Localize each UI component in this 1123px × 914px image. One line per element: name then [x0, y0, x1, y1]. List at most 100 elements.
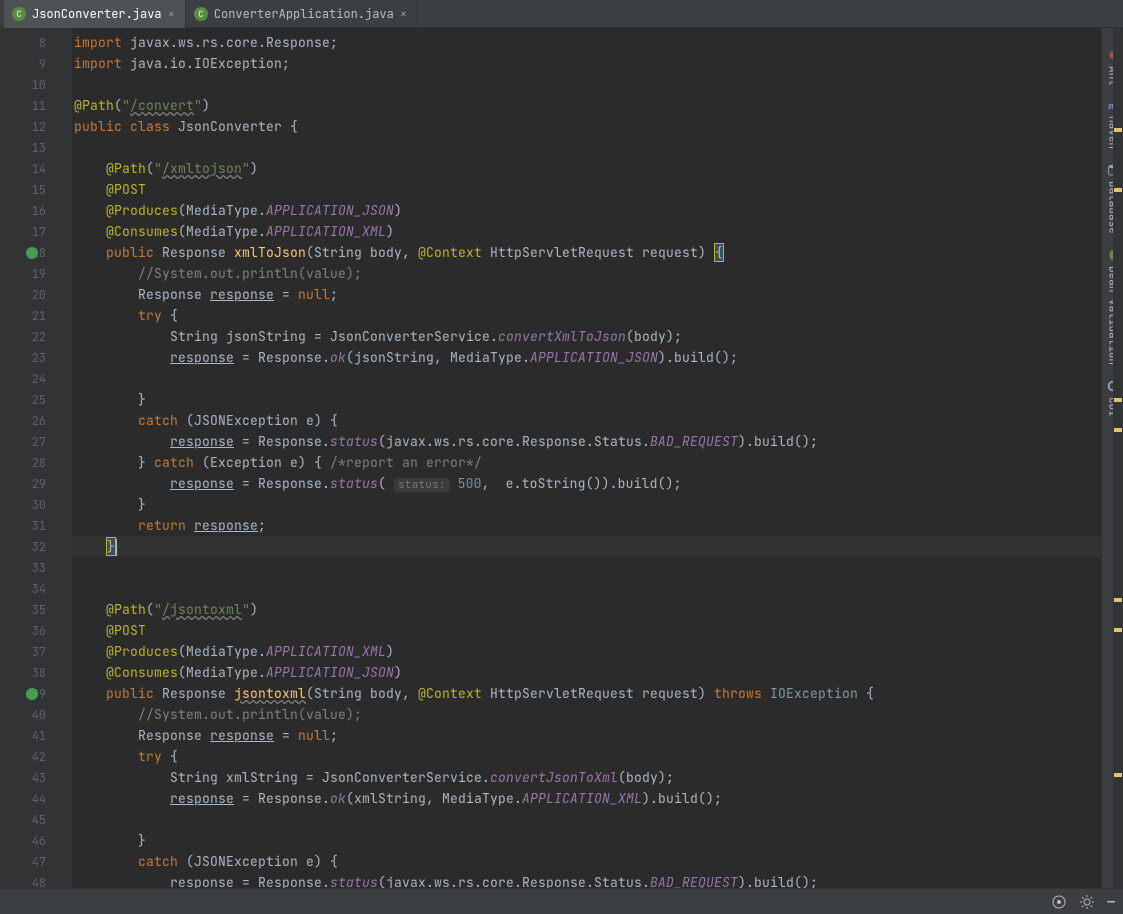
- stripe-mark[interactable]: [1114, 128, 1122, 132]
- code-line[interactable]: public Response jsontoxml(String body, @…: [72, 683, 1101, 704]
- line-number[interactable]: 13: [0, 137, 72, 158]
- line-number[interactable]: 36: [0, 620, 72, 641]
- stripe-mark[interactable]: [1114, 188, 1122, 192]
- code-line[interactable]: }: [72, 536, 1101, 557]
- tab-converterapplication[interactable]: C ConverterApplication.java ×: [186, 0, 418, 28]
- stripe-mark[interactable]: [1114, 598, 1122, 602]
- line-number[interactable]: 15: [0, 179, 72, 200]
- code-line[interactable]: public Response xmlToJson(String body, @…: [72, 242, 1101, 263]
- code-line[interactable]: [72, 368, 1101, 389]
- line-number[interactable]: 26: [0, 410, 72, 431]
- line-number[interactable]: 20: [0, 284, 72, 305]
- code-line[interactable]: response = Response.ok(xmlString, MediaT…: [72, 788, 1101, 809]
- stripe-mark[interactable]: [1114, 628, 1122, 632]
- code-line[interactable]: String jsonString = JsonConverterService…: [72, 326, 1101, 347]
- code-line[interactable]: try {: [72, 305, 1101, 326]
- code-line[interactable]: }: [72, 389, 1101, 410]
- code-line[interactable]: @Produces(MediaType.APPLICATION_JSON): [72, 200, 1101, 221]
- code-line[interactable]: import java.io.IOException;: [72, 53, 1101, 74]
- code-line[interactable]: import javax.ws.rs.core.Response;: [72, 32, 1101, 53]
- line-number[interactable]: 31: [0, 515, 72, 536]
- code-line[interactable]: catch (JSONException e) {: [72, 851, 1101, 872]
- code-line[interactable]: @Consumes(MediaType.APPLICATION_JSON): [72, 662, 1101, 683]
- line-number[interactable]: 38: [0, 662, 72, 683]
- code-line[interactable]: @Consumes(MediaType.APPLICATION_XML): [72, 221, 1101, 242]
- code-line[interactable]: response = Response.status( status: 500,…: [72, 473, 1101, 494]
- gutter-run-icon[interactable]: [26, 688, 38, 700]
- gutter-run-icon[interactable]: [26, 247, 38, 259]
- code-line[interactable]: @POST: [72, 179, 1101, 200]
- stripe-mark[interactable]: [1114, 428, 1122, 432]
- code-line[interactable]: try {: [72, 746, 1101, 767]
- code-line[interactable]: } catch (Exception e) { /*report an erro…: [72, 452, 1101, 473]
- code-line[interactable]: @Path("/convert"): [72, 95, 1101, 116]
- line-number[interactable]: 47: [0, 851, 72, 872]
- code-line[interactable]: @Path("/xmltojson"): [72, 158, 1101, 179]
- close-icon[interactable]: ×: [168, 6, 175, 22]
- line-number[interactable]: 25: [0, 389, 72, 410]
- code-line[interactable]: @Produces(MediaType.APPLICATION_XML): [72, 641, 1101, 662]
- line-number[interactable]: 33: [0, 557, 72, 578]
- line-number[interactable]: 32: [0, 536, 72, 557]
- code-line[interactable]: [72, 809, 1101, 830]
- line-number[interactable]: 30: [0, 494, 72, 515]
- line-number[interactable]: 23: [0, 347, 72, 368]
- code-line[interactable]: @POST: [72, 620, 1101, 641]
- line-number[interactable]: 21: [0, 305, 72, 326]
- line-number[interactable]: 27: [0, 431, 72, 452]
- code-line[interactable]: @Path("/jsontoxml"): [72, 599, 1101, 620]
- line-number[interactable]: 40: [0, 704, 72, 725]
- line-number[interactable]: 44: [0, 788, 72, 809]
- line-number[interactable]: 39: [0, 683, 72, 704]
- code-line[interactable]: String xmlString = JsonConverterService.…: [72, 767, 1101, 788]
- line-number[interactable]: 29: [0, 473, 72, 494]
- code-line[interactable]: [72, 74, 1101, 95]
- line-number[interactable]: 9: [0, 53, 72, 74]
- minimize-icon[interactable]: —: [1107, 893, 1115, 910]
- line-number[interactable]: 46: [0, 830, 72, 851]
- code-editor[interactable]: import javax.ws.rs.core.Response;import …: [72, 28, 1101, 888]
- line-number[interactable]: 37: [0, 641, 72, 662]
- line-number[interactable]: 19: [0, 263, 72, 284]
- code-line[interactable]: Response response = null;: [72, 725, 1101, 746]
- gear-icon[interactable]: [1079, 894, 1095, 910]
- code-line[interactable]: catch (JSONException e) {: [72, 410, 1101, 431]
- line-number[interactable]: 10: [0, 74, 72, 95]
- line-number[interactable]: 11: [0, 95, 72, 116]
- line-number[interactable]: 18: [0, 242, 72, 263]
- code-line[interactable]: response = Response.status(javax.ws.rs.c…: [72, 431, 1101, 452]
- code-line[interactable]: return response;: [72, 515, 1101, 536]
- code-line[interactable]: Response response = null;: [72, 284, 1101, 305]
- line-number[interactable]: 16: [0, 200, 72, 221]
- code-line[interactable]: //System.out.println(value);: [72, 263, 1101, 284]
- code-line[interactable]: response = Response.ok(jsonString, Media…: [72, 347, 1101, 368]
- code-line[interactable]: [72, 137, 1101, 158]
- line-number[interactable]: 43: [0, 767, 72, 788]
- code-line[interactable]: }: [72, 830, 1101, 851]
- line-number[interactable]: 45: [0, 809, 72, 830]
- code-line[interactable]: [72, 578, 1101, 599]
- line-number[interactable]: 8: [0, 32, 72, 53]
- tab-label: JsonConverter.java: [32, 6, 162, 22]
- line-number[interactable]: 42: [0, 746, 72, 767]
- line-number[interactable]: 14: [0, 158, 72, 179]
- stripe-mark[interactable]: [1114, 398, 1122, 402]
- line-number[interactable]: 12: [0, 116, 72, 137]
- line-number[interactable]: 24: [0, 368, 72, 389]
- status-bar: —: [0, 888, 1123, 914]
- code-line[interactable]: //System.out.println(value);: [72, 704, 1101, 725]
- code-line[interactable]: }: [72, 494, 1101, 515]
- close-icon[interactable]: ×: [400, 6, 407, 22]
- line-number[interactable]: 28: [0, 452, 72, 473]
- code-line[interactable]: public class JsonConverter {: [72, 116, 1101, 137]
- line-number[interactable]: 41: [0, 725, 72, 746]
- line-number[interactable]: 34: [0, 578, 72, 599]
- line-number[interactable]: 22: [0, 326, 72, 347]
- line-number[interactable]: 17: [0, 221, 72, 242]
- target-icon[interactable]: [1051, 894, 1067, 910]
- code-line[interactable]: [72, 557, 1101, 578]
- stripe-mark[interactable]: [1114, 773, 1122, 777]
- line-number[interactable]: 35: [0, 599, 72, 620]
- error-stripe[interactable]: [1113, 28, 1123, 888]
- tab-jsonconverter[interactable]: C JsonConverter.java ×: [4, 0, 186, 28]
